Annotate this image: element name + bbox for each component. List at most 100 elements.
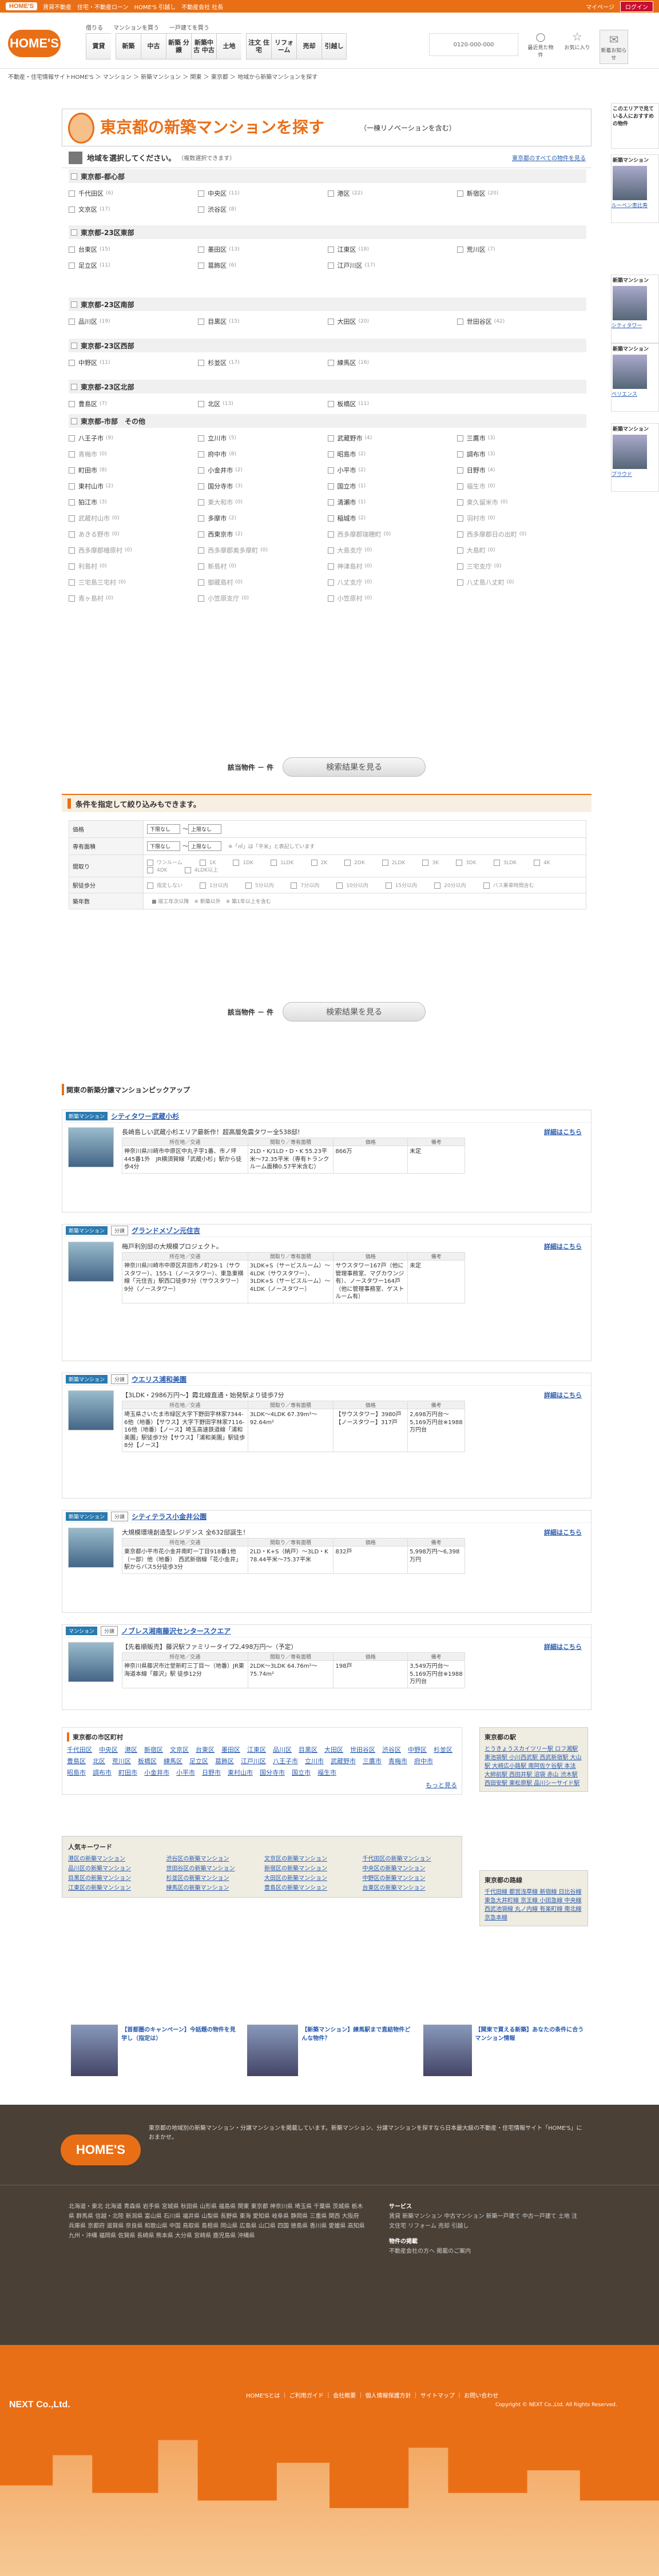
- checkbox[interactable]: [198, 318, 205, 325]
- region-checkbox-item[interactable]: 立川市 (5): [198, 430, 327, 446]
- checkbox[interactable]: [455, 860, 462, 866]
- section-checkbox[interactable]: [71, 418, 77, 424]
- all-properties-link[interactable]: 東京都のすべての物件を見る: [512, 153, 586, 162]
- checkbox[interactable]: [69, 579, 75, 586]
- recommend-item[interactable]: 新築マンション ルーベン恵比寿: [611, 154, 659, 223]
- region-checkbox-item[interactable]: 板橋区 (11): [327, 396, 457, 412]
- checkbox[interactable]: [198, 262, 205, 269]
- region-checkbox-item[interactable]: 新島村 (0): [198, 558, 327, 574]
- more-link[interactable]: もっと見る: [426, 1782, 457, 1789]
- region-checkbox-item[interactable]: 御蔵島村 (0): [198, 574, 327, 590]
- top-link[interactable]: HOME'S 引越し: [134, 2, 176, 11]
- region-checkbox-item[interactable]: 日野市 (4): [456, 462, 586, 478]
- section-checkbox[interactable]: [71, 342, 77, 349]
- select-dropdown[interactable]: 上限なし: [188, 841, 222, 851]
- checkbox[interactable]: [385, 882, 392, 889]
- region-checkbox-item[interactable]: 小金井市 (2): [198, 462, 327, 478]
- condition-option[interactable]: 3K: [422, 860, 439, 866]
- checkbox[interactable]: [198, 400, 205, 407]
- top-link[interactable]: 住宅・不動産ローン: [77, 2, 129, 11]
- checkbox[interactable]: [198, 499, 205, 506]
- region-checkbox-item[interactable]: 八王子市 (9): [69, 430, 198, 446]
- section-header[interactable]: 東京都-23区南部: [69, 297, 586, 311]
- keyword-link[interactable]: 江東区の新築マンション: [68, 1883, 162, 1891]
- checkbox[interactable]: [147, 867, 153, 873]
- region-checkbox-item[interactable]: 中央区 (11): [198, 185, 327, 201]
- region-checkbox-item[interactable]: 大島支庁 (0): [327, 542, 457, 558]
- keyword-link[interactable]: 杉並区の新築マンション: [166, 1873, 260, 1882]
- checkbox[interactable]: [69, 262, 75, 269]
- recent-viewed-button[interactable]: ○ 最近見た物件: [526, 30, 555, 64]
- section-header[interactable]: 東京都-都心部: [69, 169, 586, 183]
- city-link[interactable]: 八王子市: [273, 1756, 298, 1766]
- city-link[interactable]: 江東区: [247, 1745, 266, 1754]
- city-link[interactable]: 大田区: [324, 1745, 343, 1754]
- condition-option[interactable]: 7分以内: [291, 881, 319, 889]
- checkbox[interactable]: [198, 467, 205, 474]
- region-checkbox-item[interactable]: 小平市 (2): [327, 462, 457, 478]
- checkbox[interactable]: [493, 860, 500, 866]
- region-checkbox-item[interactable]: 武蔵野市 (4): [327, 430, 457, 446]
- checkbox[interactable]: [198, 515, 205, 522]
- checkbox[interactable]: [69, 359, 75, 366]
- property-thumbnail[interactable]: [68, 1642, 114, 1682]
- city-link[interactable]: 目黒区: [299, 1745, 317, 1754]
- details-link[interactable]: 詳細はこちら: [544, 1127, 582, 1136]
- city-link[interactable]: 豊島区: [67, 1756, 86, 1766]
- region-checkbox-item[interactable]: 神津島村 (0): [327, 558, 457, 574]
- checkbox[interactable]: [69, 451, 75, 458]
- city-link[interactable]: 新宿区: [144, 1745, 163, 1754]
- condition-option[interactable]: 5分以内: [245, 881, 273, 889]
- checkbox[interactable]: [456, 547, 463, 554]
- property-name-link[interactable]: ウエリス浦和美園: [132, 1374, 186, 1384]
- region-checkbox-item[interactable]: 杉並区 (17): [198, 355, 327, 371]
- city-link[interactable]: 中央区: [99, 1745, 118, 1754]
- checkbox[interactable]: [69, 531, 75, 538]
- checkbox[interactable]: [69, 246, 75, 253]
- checkbox[interactable]: [198, 359, 205, 366]
- region-checkbox-item[interactable]: 江戸川区 (17): [327, 257, 457, 273]
- property-thumbnail[interactable]: [68, 1127, 114, 1167]
- city-link[interactable]: 昭島市: [67, 1768, 86, 1777]
- region-checkbox-item[interactable]: 青ヶ島村 (0): [69, 590, 198, 606]
- region-checkbox-item[interactable]: 昭島市 (2): [327, 446, 457, 462]
- region-checkbox-item[interactable]: 国分寺市 (3): [198, 478, 327, 494]
- checkbox[interactable]: [344, 860, 351, 866]
- checkbox[interactable]: [327, 359, 334, 366]
- city-link[interactable]: 北区: [93, 1756, 105, 1766]
- checkbox[interactable]: [456, 467, 463, 474]
- recommend-name[interactable]: プラウド: [612, 472, 632, 478]
- region-checkbox-item[interactable]: 北区 (13): [198, 396, 327, 412]
- region-checkbox-item[interactable]: 豊島区 (7): [69, 396, 198, 412]
- banner-1[interactable]: 【首都圏のキャンペーン】今話題の物件を見学し（指定は）: [71, 2025, 237, 2076]
- keyword-link[interactable]: 渋谷区の新築マンション: [166, 1854, 260, 1862]
- condition-option[interactable]: 1DK: [233, 860, 253, 866]
- checkbox[interactable]: [327, 246, 334, 253]
- region-checkbox-item[interactable]: 足立区 (11): [69, 257, 198, 273]
- checkbox[interactable]: [456, 451, 463, 458]
- condition-option[interactable]: 4LDK以上: [184, 866, 218, 873]
- recommend-item[interactable]: 新築マンション シティタワー: [611, 275, 659, 343]
- region-checkbox-item[interactable]: 清瀬市 (1): [327, 494, 457, 510]
- region-checkbox-item[interactable]: 町田市 (8): [69, 462, 198, 478]
- property-name-link[interactable]: シティテラス小金井公園: [132, 1512, 207, 1521]
- checkbox[interactable]: [456, 531, 463, 538]
- recommend-name[interactable]: ルーベン恵比寿: [612, 203, 648, 209]
- checkbox[interactable]: [336, 882, 343, 889]
- checkbox[interactable]: [69, 318, 75, 325]
- checkbox[interactable]: [456, 483, 463, 490]
- condition-option[interactable]: 10分以内: [336, 881, 368, 889]
- keyword-link[interactable]: 文京区の新築マンション: [264, 1854, 358, 1862]
- checkbox[interactable]: [200, 882, 207, 889]
- mypage-link[interactable]: マイページ: [586, 2, 614, 11]
- breadcrumb[interactable]: 不動産・住宅情報サイトHOME'S ＞ マンション ＞ 新築マンション ＞ 関東…: [8, 72, 317, 81]
- region-checkbox-item[interactable]: 東久留米市 (0): [456, 494, 586, 510]
- checkbox[interactable]: [69, 190, 75, 197]
- city-link[interactable]: 小平市: [176, 1768, 195, 1777]
- keyword-link[interactable]: 台東区の新築マンション: [363, 1883, 456, 1891]
- details-link[interactable]: 詳細はこちら: [544, 1642, 582, 1651]
- nav-item-moving[interactable]: 引越し: [321, 33, 347, 59]
- top-logo[interactable]: HOME'S: [6, 2, 37, 10]
- details-link[interactable]: 詳細はこちら: [544, 1390, 582, 1400]
- keyword-link[interactable]: 大田区の新築マンション: [264, 1873, 358, 1882]
